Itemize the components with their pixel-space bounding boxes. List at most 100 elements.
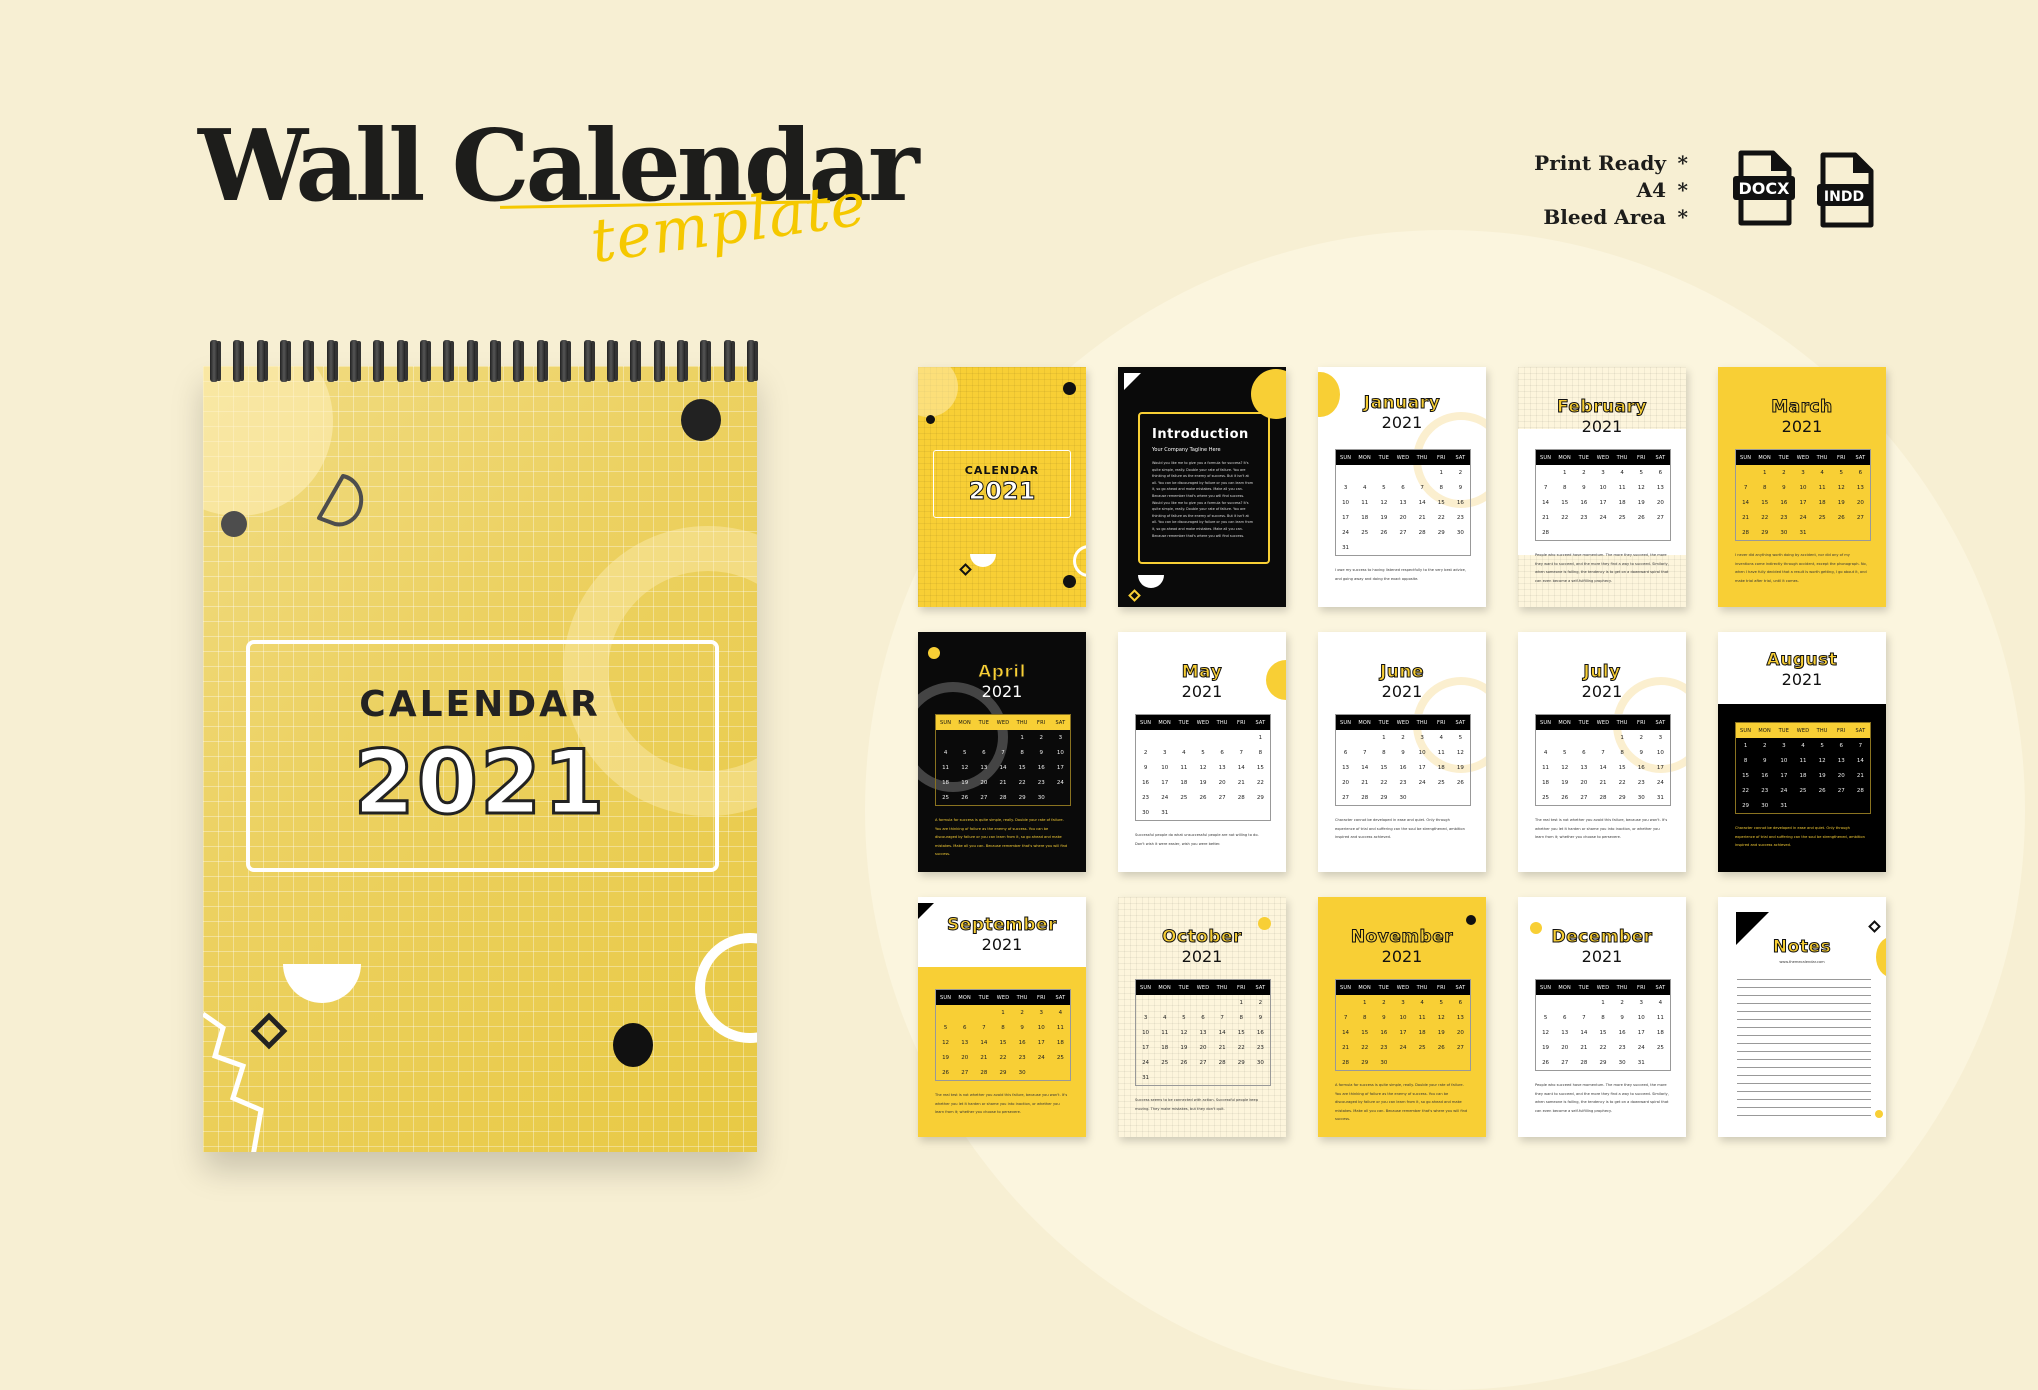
calendar-week-row: 19 20 21 22 23 24 25 [1536, 1040, 1670, 1055]
calendar-day: 23 [1761, 787, 1769, 794]
calendar-week-row: 9 10 11 12 13 14 15 [1136, 760, 1270, 775]
calendar-day: 1 [1020, 734, 1024, 741]
black-dot [926, 415, 935, 424]
page-thumbnail-september[interactable]: September 2021 SUN MON TUE WED THU FRI SAT 1 2 3 4 5 6… [918, 897, 1086, 1137]
page-thumbnail-intro[interactable]: Introduction Your Company Tagline Here Wou… [1118, 367, 1286, 607]
calendar-day: 10 [1656, 749, 1664, 756]
page-thumbnail-october[interactable]: October 2021 SUN MON TUE WED THU FRI SAT 1 2 3 4 5 6 7 8… [1118, 897, 1286, 1137]
page-thumbnail-march[interactable]: March 2021 SUN MON TUE WED THU FRI SAT 1 2 3 4 5 6 7 8 9 1… [1718, 367, 1886, 607]
calendar-day: 22 [1761, 514, 1769, 521]
weekday-label: FRI [1437, 454, 1446, 461]
spiral-ring [490, 340, 499, 382]
calendar-day: 14 [1856, 757, 1864, 764]
calendar-week-row: 30 31 [1136, 805, 1270, 820]
month-title: November [1350, 927, 1454, 948]
calendar-day: 5 [962, 749, 967, 756]
calendar-day: 13 [1456, 1014, 1464, 1021]
calendar-day: 16 [1142, 779, 1150, 786]
calendar-day: 17 [1037, 1039, 1045, 1046]
page-thumbnail-january[interactable]: January 2021 SUN MON TUE WED THU FRI SAT 1 2 3 4 5 6 7 8… [1318, 367, 1486, 607]
calendar-day: 5 [1182, 1014, 1186, 1021]
month-title: April [978, 662, 1026, 683]
weekday-label: SAT [1255, 984, 1266, 991]
calendar-day: 8 [1601, 1014, 1605, 1021]
calendar-day: 17 [1799, 499, 1807, 506]
calendar-day: 1 [1743, 742, 1748, 749]
month-quote: A formula for success is quite simple, r… [1335, 1083, 1468, 1121]
calendar-grid: SUN MON TUE WED THU FRI SAT 1 2 3 4 5 6 7 8 9 10 11 12 13 14… [935, 989, 1071, 1081]
page-thumbnail-february[interactable]: February 2021 SUN MON TUE WED THU FRI SAT 1 2 3 4 5 6 7… [1518, 367, 1686, 607]
calendar-day: 15 [1256, 764, 1264, 771]
calendar-day: 7 [982, 1024, 986, 1031]
page-thumbnail-cover[interactable]: CALENDAR 2021 [918, 367, 1086, 607]
calendar-day: 8 [1439, 484, 1444, 491]
weekday-label: MON [1558, 984, 1571, 991]
page-thumbnail-may[interactable]: May 2021 SUN MON TUE WED THU FRI SAT 1 2 3 4 5 6 7 8 9 10 1… [1118, 632, 1286, 872]
page-thumbnail-august[interactable]: August 2021 SUN MON TUE WED THU FRI SAT 1 2 3 4 5 6 7 8 9… [1718, 632, 1886, 872]
month-title: December [1551, 927, 1653, 948]
calendar-day: 7 [1362, 749, 1367, 756]
calendar-day: 23 [1456, 514, 1464, 521]
calendar-day: 24 [1161, 794, 1169, 801]
month-year: 2021 [1581, 417, 1623, 436]
calendar-day: 24 [1342, 529, 1350, 536]
page-thumbnail-december[interactable]: December 2021 SUN MON TUE WED THU FRI SAT 1 2 3 4 5 6 7… [1518, 897, 1686, 1137]
calendar-day: 12 [1180, 1029, 1188, 1036]
weekday-label: SAT [1655, 719, 1666, 726]
calendar-day: 8 [1020, 749, 1024, 756]
calendar-week-row: 1 2 3 4 5 6 [1536, 465, 1670, 480]
calendar-day: 1 [1001, 1009, 1005, 1016]
calendar-day: 6 [1562, 1014, 1567, 1021]
calendar-day: 28 [980, 1069, 988, 1076]
spiral-binding [210, 340, 755, 382]
weekday-label: TUE [1378, 984, 1390, 991]
yellow-dot [1875, 1110, 1883, 1118]
calendar-day: 13 [1399, 499, 1407, 506]
calendar-day: 2 [1458, 469, 1463, 476]
calendar-day: 15 [1561, 499, 1569, 506]
calendar-day: 27 [1856, 514, 1864, 521]
calendar-week-row: 26 27 28 29 30 [936, 1065, 1070, 1080]
notes-line [1737, 1027, 1871, 1028]
page-thumbnail-notes[interactable]: Notes www.themecalendar.com [1718, 897, 1886, 1137]
page-thumbnail-april[interactable]: April 2021 SUN MON TUE WED THU FRI SAT 1 2 3 4 5 6 7 8 9 1… [918, 632, 1086, 872]
calendar-day: 28 [1599, 794, 1607, 801]
calendar-day: 25 [1361, 529, 1369, 536]
calendar-day: 1 [1439, 469, 1444, 476]
black-dot-bottom [613, 1023, 653, 1067]
calendar-day: 20 [980, 779, 988, 786]
calendar-day: 23 [1618, 1044, 1626, 1051]
calendar-day: 23 [1142, 794, 1150, 801]
calendar-day: 12 [942, 1039, 950, 1046]
calendar-week-row: 24 25 26 27 28 29 30 [1136, 1055, 1270, 1070]
weekday-label: TUE [1578, 984, 1590, 991]
calendar-day: 13 [1656, 484, 1664, 491]
notes-line [1737, 979, 1871, 980]
notes-line [1737, 1083, 1871, 1084]
calendar-day: 6 [1201, 1014, 1205, 1021]
calendar-day: 10 [1599, 484, 1607, 491]
calendar-day: 7 [1343, 1014, 1348, 1021]
calendar-day: 13 [961, 1039, 969, 1046]
spiral-ring [233, 340, 242, 382]
calendar-day: 15 [1018, 764, 1026, 771]
weekday-label: WED [1596, 719, 1610, 726]
diamond-icon [1868, 920, 1881, 933]
calendar-day: 8 [1762, 484, 1767, 491]
page-thumbnail-november[interactable]: November 2021 SUN MON TUE WED THU FRI SAT 1 2 3 4 5 6 7… [1318, 897, 1486, 1137]
page-thumbnail-june[interactable]: June 2021 SUN MON TUE WED THU FRI SAT 1 2 3 4 5 6 7 8 9 10… [1318, 632, 1486, 872]
calendar-day: 18 [1056, 1039, 1064, 1046]
calendar-day: 29 [1437, 529, 1445, 536]
month-quote: A formula for success is quite simple, r… [935, 818, 1068, 856]
yellow-dot [928, 647, 940, 659]
calendar-day: 31 [1799, 529, 1807, 536]
spiral-ring [606, 340, 615, 382]
calendar-day: 5 [1839, 469, 1844, 476]
calendar-week-row: 13 14 15 16 17 18 19 [1336, 760, 1470, 775]
page-thumbnail-july[interactable]: July 2021 SUN MON TUE WED THU FRI SAT 1 2 3 4 5 6 7 8 9 10… [1518, 632, 1686, 872]
calendar-day: 10 [1399, 1014, 1407, 1021]
calendar-day: 10 [1418, 749, 1426, 756]
calendar-day: 22 [1237, 1044, 1245, 1051]
weekday-label: SAT [1655, 454, 1666, 461]
calendar-day: 3 [1420, 734, 1424, 741]
